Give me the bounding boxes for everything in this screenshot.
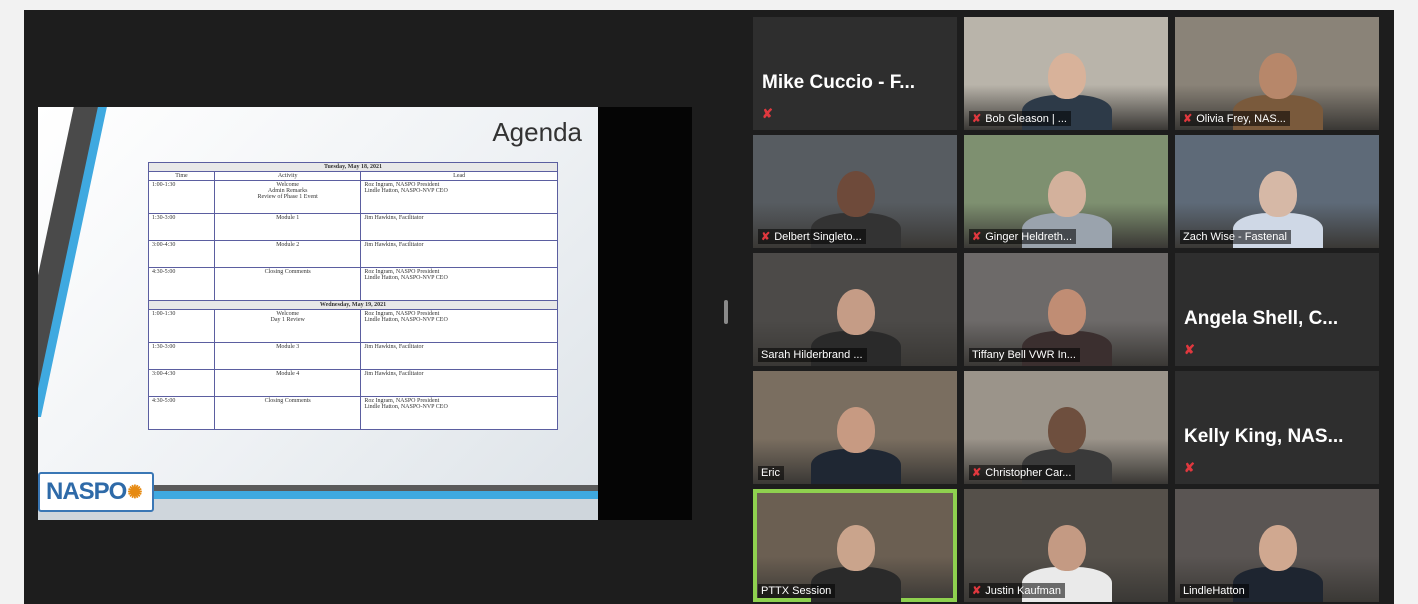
activity-cell: Welcome Admin Remarks Review of Phase 1 … xyxy=(213,180,362,214)
activity-cell: Welcome Day 1 Review xyxy=(213,309,362,343)
day2-header: Wednesday, May 19, 2021 xyxy=(148,300,558,310)
participant-name: Christopher Car... xyxy=(985,467,1072,479)
participant-name: Mike Cuccio - F... xyxy=(762,72,916,93)
participant-name-label: Zach Wise - Fastenal xyxy=(1180,230,1291,244)
muted-mic-icon: ✘ xyxy=(972,113,982,125)
participant-name: LindleHatton xyxy=(1183,585,1245,597)
lead-cell: Roz Ingram, NASPO President Lindle Hatto… xyxy=(360,180,558,214)
participant-name-label: Tiffany Bell VWR In... xyxy=(969,348,1080,362)
participant-tile-christopher-car[interactable]: ✘ Christopher Car... xyxy=(964,371,1168,484)
time-cell: 1:30-3:00 xyxy=(148,342,215,370)
participant-name-label: LindleHatton xyxy=(1180,584,1249,598)
participant-name: Angela Shell, C... xyxy=(1184,308,1339,329)
participant-tile-eric[interactable]: Eric xyxy=(753,371,957,484)
activity-cell: Closing Comments xyxy=(213,396,362,430)
time-cell: 1:00-1:30 xyxy=(148,309,215,343)
participant-name: Delbert Singleto... xyxy=(774,231,862,243)
sunburst-icon: ✺ xyxy=(127,481,142,502)
participant-name: Kelly King, NAS... xyxy=(1184,426,1344,447)
activity-cell: Module 4 xyxy=(213,369,362,397)
participant-name-label: ✘ Olivia Frey, NAS... xyxy=(1180,111,1290,126)
time-cell: 4:30-5:00 xyxy=(148,396,215,430)
table-row: 4:30-5:00 Closing Comments Roz Ingram, NAS… xyxy=(148,267,558,301)
table-row: 4:30-5:00 Closing Comments Roz Ingram, NAS… xyxy=(148,396,558,430)
table-row: 1:00-1:30 Welcome Admin Remarks Review of… xyxy=(148,180,558,214)
time-cell: 1:30-3:00 xyxy=(148,213,215,241)
muted-mic-icon: ✘ xyxy=(1184,460,1195,475)
muted-mic-icon: ✘ xyxy=(761,231,771,243)
participant-tile-ginger-heldreth[interactable]: ✘ Ginger Heldreth... xyxy=(964,135,1168,248)
table-row: 3:00-4:30 Module 4 Jim Hawkins, Facilitato… xyxy=(148,369,558,397)
participant-name: Tiffany Bell VWR In... xyxy=(972,349,1076,361)
muted-mic-icon: ✘ xyxy=(972,585,982,597)
participant-tile-olivia-frey[interactable]: ✘ Olivia Frey, NAS... xyxy=(1175,17,1379,130)
participant-tile-delbert-singleton[interactable]: ✘ Delbert Singleto... xyxy=(753,135,957,248)
activity-cell: Module 1 xyxy=(213,213,362,241)
day1-header: Tuesday, May 18, 2021 xyxy=(148,162,558,172)
time-cell: 4:30-5:00 xyxy=(148,267,215,301)
split-resize-handle[interactable] xyxy=(724,300,728,324)
participant-name-label: ✘ Ginger Heldreth... xyxy=(969,229,1077,244)
participant-tile-angela-shell[interactable]: Angela Shell, C... ✘ xyxy=(1175,253,1379,366)
participant-tile-bob-gleason[interactable]: ✘ Bob Gleason | ... xyxy=(964,17,1168,130)
logo-text: NASPO xyxy=(46,478,127,505)
shared-screen[interactable]: Agenda Tuesday, May 18, 2021 Time Activi… xyxy=(38,107,692,520)
col-activity: Activity xyxy=(213,171,362,181)
time-cell: 3:00-4:30 xyxy=(148,240,215,268)
participant-name: Olivia Frey, NAS... xyxy=(1196,113,1286,125)
lead-cell: Roz Ingram, NASPO President Lindle Hatto… xyxy=(360,396,558,430)
col-time: Time xyxy=(148,171,215,181)
participant-tile-zach-wise[interactable]: Zach Wise - Fastenal xyxy=(1175,135,1379,248)
participant-name: PTTX Session xyxy=(761,585,832,597)
participant-name-label: ✘ Bob Gleason | ... xyxy=(969,111,1071,126)
participant-name: Bob Gleason | ... xyxy=(985,113,1067,125)
table-row: 1:00-1:30 Welcome Day 1 Review Roz Ingram,… xyxy=(148,309,558,343)
participant-tile-kelly-king[interactable]: Kelly King, NAS... ✘ xyxy=(1175,371,1379,484)
naspo-logo: NASPO ✺ xyxy=(38,472,154,512)
participant-name: Justin Kaufman xyxy=(985,585,1062,597)
participant-name-label: ✘ Delbert Singleto... xyxy=(758,229,866,244)
time-cell: 1:00-1:30 xyxy=(148,180,215,214)
lead-cell: Jim Hawkins, Facilitator xyxy=(360,240,558,268)
participant-name-label: ✘ Justin Kaufman xyxy=(969,583,1066,598)
table-row: 3:00-4:30 Module 2 Jim Hawkins, Facilitato… xyxy=(148,240,558,268)
activity-cell: Module 3 xyxy=(213,342,362,370)
participant-name: Sarah Hilderbrand ... xyxy=(761,349,863,361)
activity-cell: Closing Comments xyxy=(213,267,362,301)
table-row: 1:30-3:00 Module 1 Jim Hawkins, Facilitato… xyxy=(148,213,558,241)
activity-cell: Module 2 xyxy=(213,240,362,268)
agenda-slide: Agenda Tuesday, May 18, 2021 Time Activi… xyxy=(38,107,598,520)
participant-tile-sarah-hilderbrand[interactable]: Sarah Hilderbrand ... xyxy=(753,253,957,366)
lead-cell: Roz Ingram, NASPO President Lindle Hatto… xyxy=(360,309,558,343)
participant-tile-mike-cuccio[interactable]: Mike Cuccio - F... ✘ xyxy=(753,17,957,130)
muted-mic-icon: ✘ xyxy=(972,467,982,479)
participant-name: Eric xyxy=(761,467,780,479)
slide-title: Agenda xyxy=(492,117,582,147)
muted-mic-icon: ✘ xyxy=(1184,342,1195,357)
zoom-meeting-window: Agenda Tuesday, May 18, 2021 Time Activi… xyxy=(24,10,1394,604)
participant-name-label: ✘ Christopher Car... xyxy=(969,465,1076,480)
table-row: 1:30-3:00 Module 3 Jim Hawkins, Facilitato… xyxy=(148,342,558,370)
lead-cell: Jim Hawkins, Facilitator xyxy=(360,213,558,241)
lead-cell: Jim Hawkins, Facilitator xyxy=(360,342,558,370)
muted-mic-icon: ✘ xyxy=(1183,113,1193,125)
agenda-table: Tuesday, May 18, 2021 Time Activity Lead… xyxy=(148,162,558,430)
participant-tile-justin-kaufman[interactable]: ✘ Justin Kaufman xyxy=(964,489,1168,602)
muted-mic-icon: ✘ xyxy=(762,106,773,121)
participant-name-label: PTTX Session xyxy=(758,584,836,598)
participant-tile-lindle-hatton[interactable]: LindleHatton xyxy=(1175,489,1379,602)
participant-name-label: Eric xyxy=(758,466,784,480)
participant-tile-tiffany-bell[interactable]: Tiffany Bell VWR In... xyxy=(964,253,1168,366)
lead-cell: Jim Hawkins, Facilitator xyxy=(360,369,558,397)
time-cell: 3:00-4:30 xyxy=(148,369,215,397)
participant-name: Ginger Heldreth... xyxy=(985,231,1073,243)
participant-tile-pttx-session[interactable]: PTTX Session xyxy=(753,489,957,602)
participant-name-label: Sarah Hilderbrand ... xyxy=(758,348,867,362)
participant-name: Zach Wise - Fastenal xyxy=(1183,231,1287,243)
col-lead: Lead xyxy=(360,171,558,181)
lead-cell: Roz Ingram, NASPO President Lindle Hatto… xyxy=(360,267,558,301)
muted-mic-icon: ✘ xyxy=(972,231,982,243)
